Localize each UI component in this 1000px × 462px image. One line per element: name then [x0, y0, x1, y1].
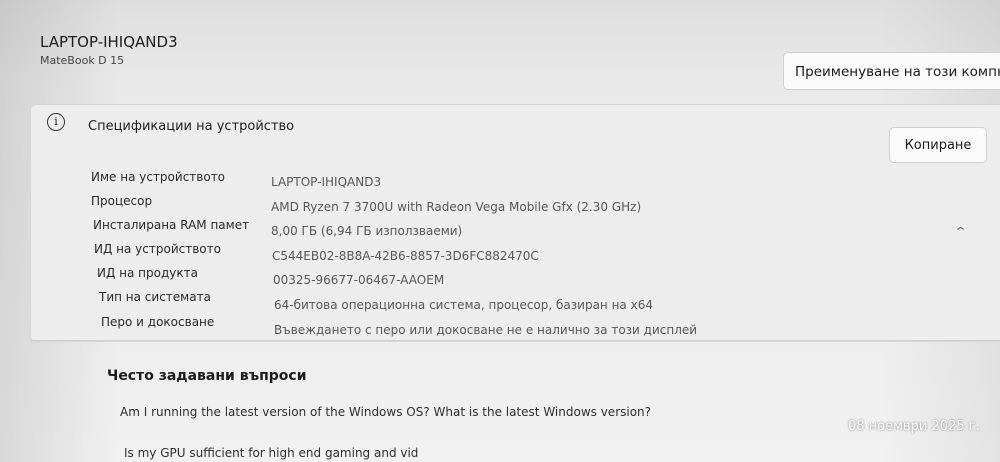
- spec-label-system-type: Тип на системата: [99, 290, 211, 304]
- spec-label-processor: Процесор: [91, 194, 153, 208]
- spec-value-device-id: C544EB02-8B8A-42B6-8857-3D6FC882470C: [272, 249, 539, 263]
- spec-value-ram: 8,00 ГБ (6,94 ГБ използваеми): [271, 224, 463, 238]
- spec-label-ram: Инсталирана RAM памет: [93, 218, 250, 232]
- spec-value-pen-touch: Въвеждането с перо или докосване не е на…: [274, 323, 698, 337]
- rename-pc-button[interactable]: Преименуване на този компют: [783, 52, 1000, 90]
- spec-value-device-name: LAPTOP-IHIQAND3: [271, 175, 382, 189]
- specifications-title[interactable]: Спецификации на устройство: [88, 119, 294, 134]
- date-stamp: 08 ноември 2025 г.: [848, 419, 980, 434]
- spec-value-system-type: 64-битова операционна система, процесор,…: [274, 298, 653, 312]
- chevron-up-icon[interactable]: ⌃: [953, 225, 968, 238]
- faq-question-2[interactable]: Is my GPU sufficient for high end gaming…: [124, 446, 418, 460]
- device-name: LAPTOP-IHIQAND3: [40, 33, 178, 51]
- spec-value-processor: AMD Ryzen 7 3700U with Radeon Vega Mobil…: [271, 200, 642, 214]
- device-model: MateBook D 15: [40, 54, 125, 67]
- spec-label-device-name: Име на устройството: [91, 170, 226, 184]
- spec-label-device-id: ИД на устройството: [94, 242, 221, 256]
- spec-value-product-id: 00325-96677-06467-AAOEM: [273, 273, 445, 287]
- section-divider: [30, 340, 1000, 341]
- spec-label-product-id: ИД на продукта: [97, 266, 198, 280]
- faq-title: Често задавани въпроси: [107, 368, 307, 384]
- faq-question-1[interactable]: Am I running the latest version of the W…: [120, 405, 651, 419]
- spec-label-pen-touch: Перо и докосване: [101, 315, 215, 329]
- copy-button[interactable]: Копиране: [889, 127, 987, 163]
- info-icon: i: [47, 113, 65, 131]
